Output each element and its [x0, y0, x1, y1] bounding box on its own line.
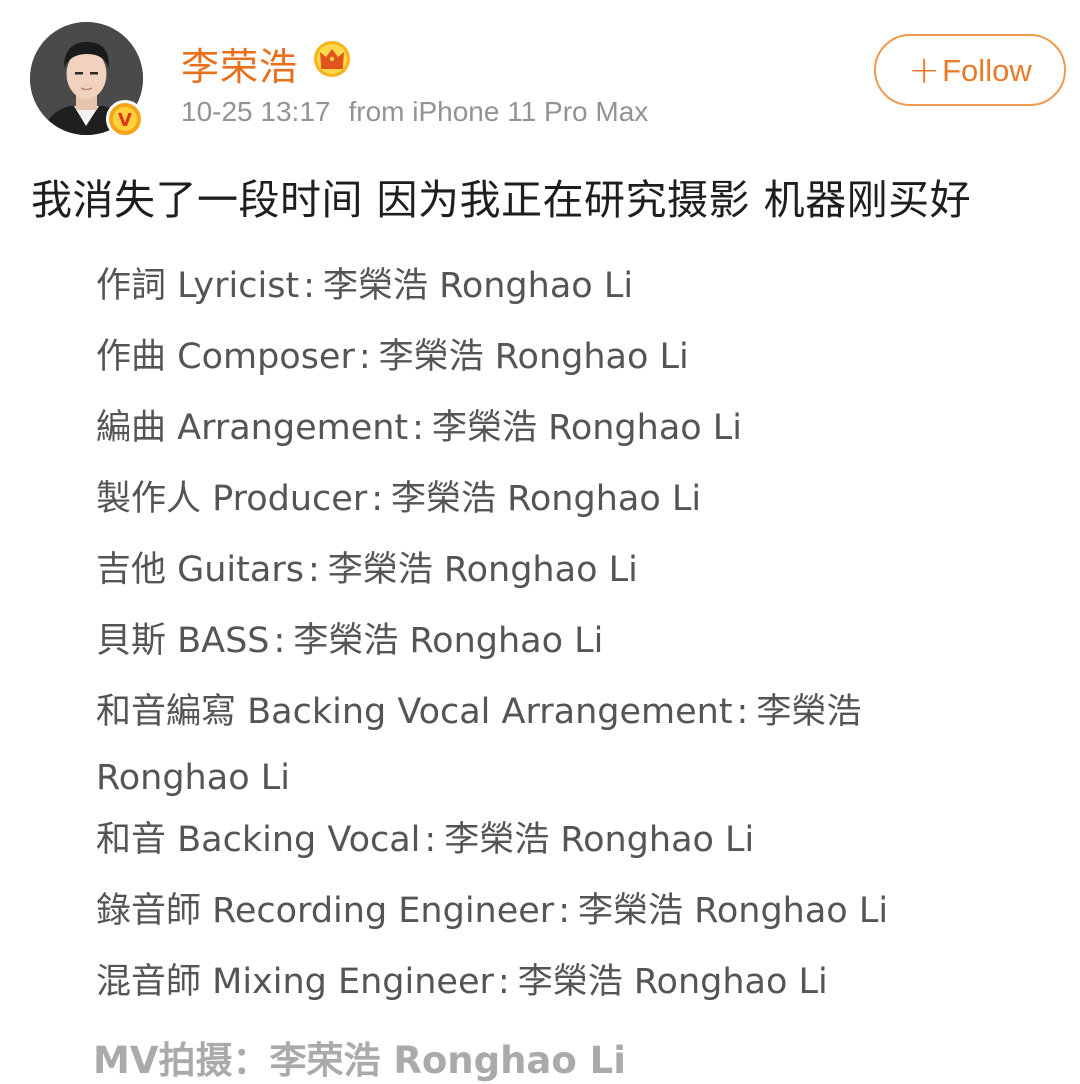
credit-line: 作曲 Composer: 李榮浩 Ronghao Li — [96, 337, 689, 377]
credit-line: 編曲 Arrangement: 李榮浩 Ronghao Li — [96, 408, 743, 448]
plus-icon: + — [908, 48, 941, 92]
credit-name: 李榮浩 Ronghao Li — [577, 891, 889, 931]
credit-line: 錄音師 Recording Engineer: 李榮浩 Ronghao Li — [96, 891, 889, 931]
credit-name: 李榮浩 Ronghao Li — [517, 962, 828, 1002]
credit-role: 貝斯 BASS — [96, 621, 270, 661]
follow-button[interactable]: +Follow — [874, 34, 1066, 106]
credit-role: 製作人 Producer — [96, 479, 368, 519]
credit-line: 吉他 Guitars: 李榮浩 Ronghao Li — [96, 550, 638, 590]
credit-role: 作曲 Composer — [96, 337, 355, 377]
credit-name: 李榮浩 Ronghao Li — [378, 337, 689, 377]
credit-name: 李榮浩 Ronghao Li — [391, 479, 702, 519]
credit-role: 和音編寫 Backing Vocal Arrangement — [96, 692, 733, 732]
verified-v-icon: V — [106, 100, 144, 138]
credit-role: 錄音師 Recording Engineer — [96, 891, 555, 931]
credit-role: 作詞 Lyricist — [96, 266, 300, 306]
credit-name: 李榮浩 Ronghao Li — [444, 820, 755, 860]
credit-name: 李榮浩 Ronghao Li — [293, 621, 604, 661]
follow-label: Follow — [942, 53, 1032, 88]
credit-line: 貝斯 BASS: 李榮浩 Ronghao Li — [96, 621, 604, 661]
credit-role: 編曲 Arrangement — [96, 408, 409, 448]
credit-role: 吉他 Guitars — [96, 550, 304, 590]
post-timestamp: 10-25 13:17 — [181, 96, 331, 127]
credit-line: 製作人 Producer: 李榮浩 Ronghao Li — [96, 479, 702, 519]
post-meta: 10-25 13:17 from iPhone 11 Pro Max — [181, 96, 648, 128]
credit-role: 和音 Backing Vocal — [96, 820, 421, 860]
credits-list: 作詞 Lyricist: 李榮浩 Ronghao Li 作曲 Composer: 李… — [96, 260, 996, 1027]
credit-line: 和音 Backing Vocal: 李榮浩 Ronghao Li — [96, 820, 755, 860]
post-source: from iPhone 11 Pro Max — [348, 96, 649, 127]
credit-line: 和音編寫 Backing Vocal Arrangement: 李榮浩 Rongh… — [96, 692, 862, 798]
user-name[interactable]: 李荣浩 — [181, 36, 298, 91]
credit-role: 混音師 Mixing Engineer — [96, 962, 494, 1002]
credit-line: 作詞 Lyricist: 李榮浩 Ronghao Li — [96, 266, 634, 306]
faded-credit-line: MV拍摄：李荣浩 Ronghao Li — [93, 1039, 626, 1082]
credit-name: 李榮浩 Ronghao Li — [327, 550, 638, 590]
credit-line: 混音師 Mixing Engineer: 李榮浩 Ronghao Li — [96, 962, 828, 1002]
post-text: 我消失了一段时间 因为我正在研究摄影 机器刚买好 — [31, 176, 972, 224]
credit-name: 李榮浩 Ronghao Li — [431, 408, 743, 448]
credit-name: 李榮浩 Ronghao Li — [322, 266, 634, 306]
crown-icon[interactable] — [312, 40, 352, 78]
